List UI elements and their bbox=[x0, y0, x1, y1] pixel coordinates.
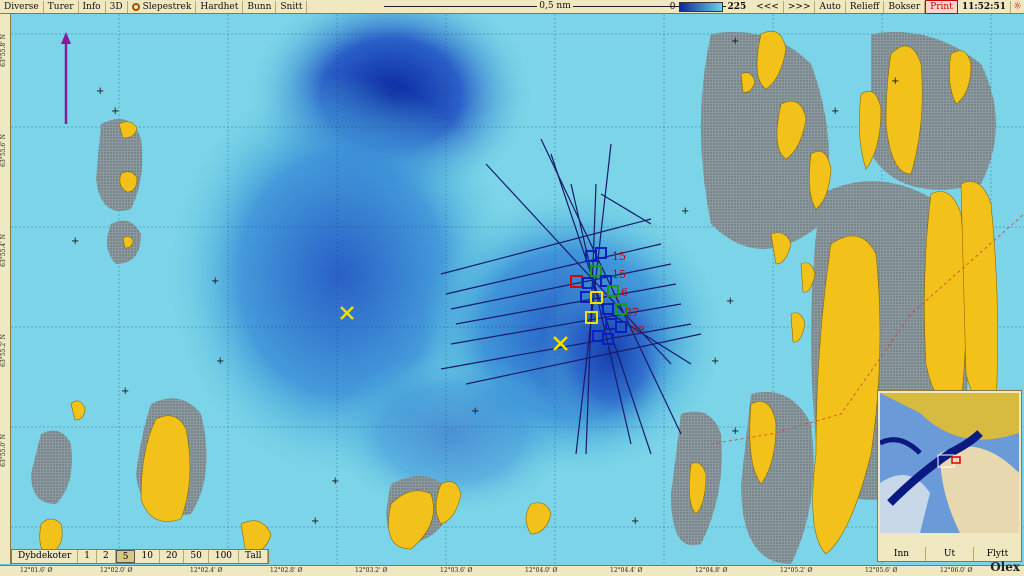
latitude-ruler: 63°55.8' N 63°55.6' N 63°55.4' N 63°55.2… bbox=[0, 14, 11, 564]
nav-back-button[interactable]: <<< bbox=[752, 0, 784, 13]
menu-snitt[interactable]: Snitt bbox=[276, 0, 308, 13]
lon-tick: 12°04.4' Ø bbox=[610, 567, 643, 574]
menu-3d[interactable]: 3D bbox=[106, 0, 128, 13]
lon-tick: 12°03.6' Ø bbox=[440, 567, 473, 574]
auto-button[interactable]: Auto bbox=[815, 0, 846, 13]
svg-text:+: + bbox=[731, 36, 739, 47]
marker-label: 28 bbox=[631, 324, 645, 337]
menu-bunn[interactable]: Bunn bbox=[243, 0, 277, 13]
depth-color-bar bbox=[679, 1, 724, 12]
svg-text:+: + bbox=[726, 296, 734, 307]
lon-tick: 12°05.2' Ø bbox=[780, 567, 813, 574]
svg-text:+: + bbox=[831, 106, 839, 117]
relief-button[interactable]: Relieff bbox=[846, 0, 885, 13]
lon-tick: 12°05.6' Ø bbox=[865, 567, 898, 574]
target-icon bbox=[131, 2, 140, 11]
svg-text:+: + bbox=[891, 76, 899, 87]
svg-text:+: + bbox=[471, 406, 479, 417]
move-button[interactable]: Flytt bbox=[973, 547, 1021, 561]
lon-tick: 12°04.8' Ø bbox=[695, 567, 728, 574]
depth-contour-label: Dybdekoter bbox=[12, 550, 79, 563]
lat-tick: 63°55.6' N bbox=[0, 134, 7, 167]
top-toolbar: Diverse Turer Info 3D Slepestrek Hardhet… bbox=[0, 0, 1024, 14]
depth-option-10[interactable]: 10 bbox=[135, 550, 160, 563]
lat-tick: 63°55.8' N bbox=[0, 34, 7, 67]
menu-turer[interactable]: Turer bbox=[44, 0, 79, 13]
lat-tick: 63°55.4' N bbox=[0, 234, 7, 267]
depth-option-2[interactable]: 2 bbox=[97, 550, 116, 563]
boxes-button[interactable]: Bokser bbox=[884, 0, 926, 13]
zoom-in-button[interactable]: Inn bbox=[878, 547, 925, 561]
menu-slepestrek[interactable]: Slepestrek bbox=[128, 0, 197, 13]
menu-info[interactable]: Info bbox=[79, 0, 106, 13]
lon-tick: 12°02.8' Ø bbox=[270, 567, 303, 574]
svg-text:+: + bbox=[731, 426, 739, 437]
depth-option-5[interactable]: 5 bbox=[115, 550, 136, 563]
print-button[interactable]: Print bbox=[925, 0, 958, 14]
svg-text:+: + bbox=[311, 516, 319, 527]
marker-label: 15 bbox=[612, 268, 626, 281]
olex-logo: Olex bbox=[990, 560, 1020, 574]
svg-text:+: + bbox=[211, 276, 219, 287]
depth-contour-selector: Dybdekoter 1 2 5 10 20 50 100 Tall bbox=[11, 549, 270, 564]
lat-tick: 63°55.2' N bbox=[0, 334, 7, 367]
zoom-out-button[interactable]: Ut bbox=[925, 547, 973, 561]
lon-tick: 12°02.0' Ø bbox=[100, 567, 133, 574]
overview-panel: Inn Ut Flytt bbox=[877, 390, 1022, 562]
lon-tick: 12°02.4' Ø bbox=[190, 567, 223, 574]
sun-icon: ☼ bbox=[1013, 1, 1022, 12]
bathymetry-map[interactable]: +++ +++ +++ +++ +++ +++ bbox=[11, 14, 1024, 566]
depth-max: 225 bbox=[727, 1, 747, 12]
nav-forward-button[interactable]: >>> bbox=[784, 0, 816, 13]
svg-text:+: + bbox=[331, 476, 339, 487]
svg-text:+: + bbox=[121, 386, 129, 397]
longitude-ruler: 12°01.6' Ø 12°02.0' Ø 12°02.4' Ø 12°02.8… bbox=[0, 565, 1024, 576]
depth-option-1[interactable]: 1 bbox=[78, 550, 98, 563]
overview-map[interactable] bbox=[880, 393, 1019, 533]
lon-tick: 12°01.6' Ø bbox=[20, 567, 53, 574]
lon-tick: 12°04.0' Ø bbox=[525, 567, 558, 574]
lon-tick: 12°03.2' Ø bbox=[355, 567, 388, 574]
depth-option-tall[interactable]: Tall bbox=[239, 550, 269, 563]
marker-label: 27 bbox=[625, 306, 639, 319]
depth-option-20[interactable]: 20 bbox=[160, 550, 185, 563]
menu-diverse[interactable]: Diverse bbox=[0, 0, 44, 13]
marker-label: 6 bbox=[621, 286, 628, 299]
svg-text:+: + bbox=[71, 236, 79, 247]
depth-min: 0 bbox=[669, 1, 676, 12]
depth-option-100[interactable]: 100 bbox=[209, 550, 240, 563]
menu-hardhet[interactable]: Hardhet bbox=[196, 0, 244, 13]
svg-text:+: + bbox=[96, 86, 104, 97]
scale-label: 0,5 nm bbox=[537, 1, 573, 11]
svg-text:+: + bbox=[681, 206, 689, 217]
lon-tick: 12°06.0' Ø bbox=[940, 567, 973, 574]
svg-text:+: + bbox=[216, 356, 224, 367]
svg-text:+: + bbox=[631, 516, 639, 527]
svg-text:+: + bbox=[111, 106, 119, 117]
clock: 11:52:51 bbox=[958, 0, 1012, 13]
depth-option-50[interactable]: 50 bbox=[184, 550, 209, 563]
lat-tick: 63°55.0' N bbox=[0, 434, 7, 467]
marker-label: 15 bbox=[612, 250, 626, 263]
svg-text:+: + bbox=[711, 356, 719, 367]
